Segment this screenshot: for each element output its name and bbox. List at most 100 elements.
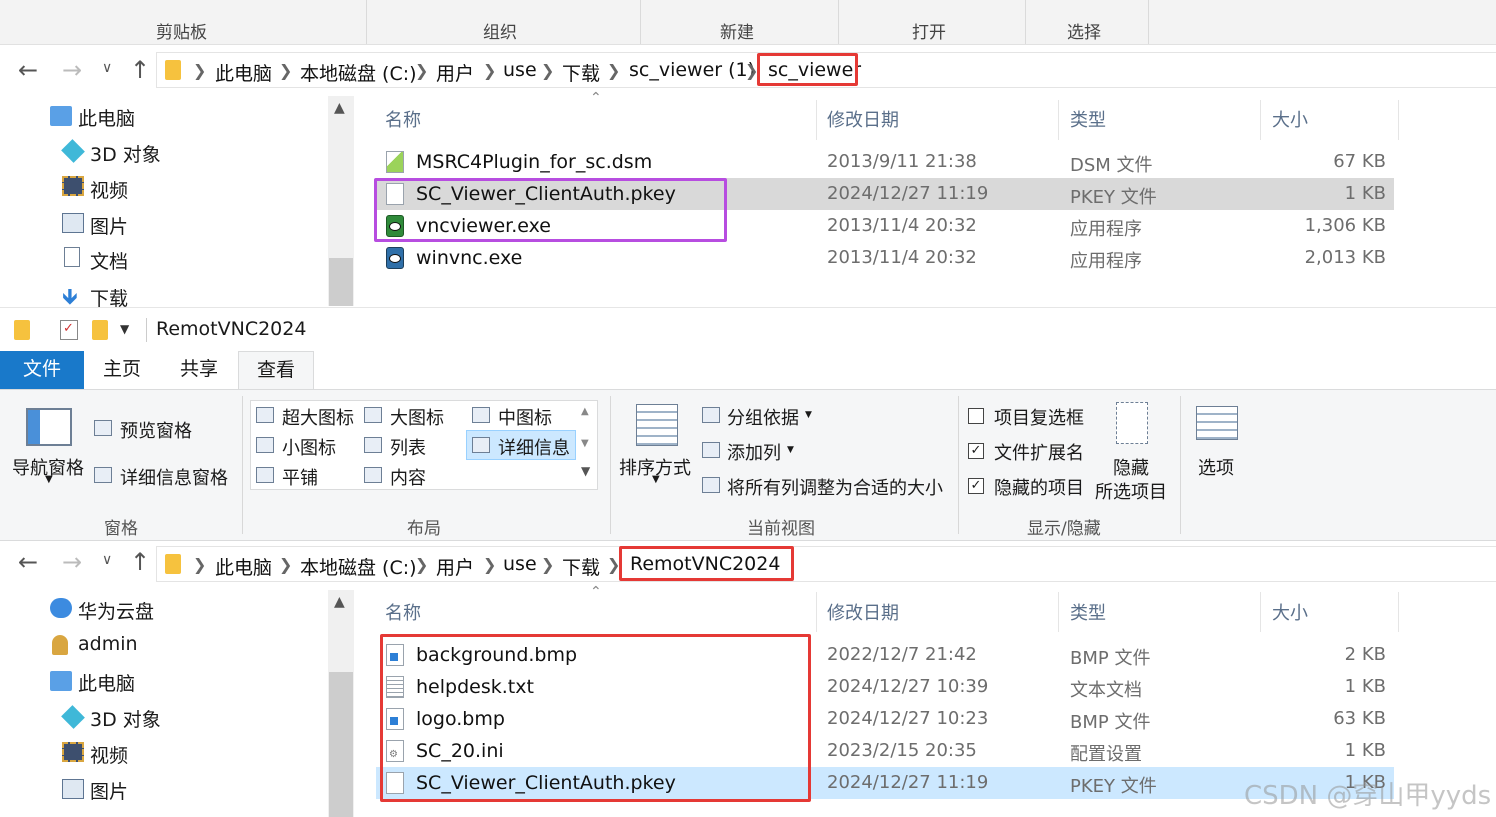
nav-item-3d-objects[interactable]: 3D 对象 (90, 140, 161, 167)
breadcrumb-local-disk[interactable]: 本地磁盘 (C:) (300, 59, 417, 86)
preview-pane-button[interactable]: 预览窗格 (120, 417, 192, 443)
column-divider[interactable] (1058, 100, 1059, 140)
chevron-down-icon[interactable]: ∨ (102, 552, 112, 568)
nav-item-this-pc[interactable]: 此电脑 (78, 104, 135, 131)
scroll-thumb[interactable] (329, 258, 353, 306)
address-bar[interactable]: ❯ 此电脑 ❯ 本地磁盘 (C:) ❯ 用户 ❯ use ❯ 下载 ❯ Remo… (156, 546, 1496, 582)
customize-dropdown-icon[interactable]: ▼ (120, 322, 129, 336)
column-divider[interactable] (1398, 100, 1399, 140)
group-by-button[interactable]: 分组依据 (727, 404, 799, 430)
column-header-date[interactable]: 修改日期 (827, 599, 899, 625)
tab-view[interactable]: 查看 (238, 351, 314, 390)
file-row[interactable]: MSRC4Plugin_for_sc.dsm 2013/9/11 21:38 D… (376, 146, 1394, 178)
chevron-down-icon[interactable]: ▼ (652, 474, 660, 485)
chevron-down-icon[interactable]: ∨ (102, 60, 112, 76)
nav-pane-icon[interactable] (26, 408, 72, 446)
breadcrumb-downloads[interactable]: 下载 (562, 553, 600, 580)
nav-item-huawei-cloud[interactable]: 华为云盘 (78, 597, 154, 624)
nav-item-videos[interactable]: 视频 (90, 176, 128, 203)
column-divider[interactable] (1398, 592, 1399, 632)
sort-by-icon[interactable] (636, 404, 678, 446)
scroll-up-icon[interactable]: ▲ (334, 594, 345, 610)
chevron-down-icon[interactable]: ▼ (45, 474, 53, 485)
up-arrow-icon[interactable]: ↑ (130, 56, 150, 84)
column-header-type[interactable]: 类型 (1070, 106, 1106, 132)
chevron-right-icon[interactable]: ❯ (541, 61, 554, 80)
layout-list[interactable]: 列表 (390, 434, 426, 460)
column-header-name[interactable]: 名称 (385, 599, 421, 625)
add-column-button[interactable]: 添加列 (727, 439, 781, 465)
column-divider[interactable] (1058, 592, 1059, 632)
gallery-expand-icon[interactable]: ▼ (581, 464, 590, 478)
forward-arrow-icon[interactable]: → (62, 56, 82, 84)
column-header-date[interactable]: 修改日期 (827, 106, 899, 132)
hidden-items-checkbox[interactable]: ✓ (968, 478, 984, 494)
breadcrumb-downloads[interactable]: 下载 (562, 59, 600, 86)
layout-content[interactable]: 内容 (390, 464, 426, 490)
column-divider[interactable] (1260, 100, 1261, 140)
layout-details[interactable]: 详细信息 (498, 434, 570, 460)
new-folder-icon[interactable] (92, 320, 108, 340)
breadcrumb-use[interactable]: use (503, 553, 537, 575)
item-checkboxes-checkbox[interactable] (968, 408, 984, 424)
forward-arrow-icon[interactable]: → (62, 548, 82, 576)
back-arrow-icon[interactable]: ← (18, 548, 38, 576)
details-pane-button[interactable]: 详细信息窗格 (120, 464, 228, 490)
breadcrumb-local-disk[interactable]: 本地磁盘 (C:) (300, 553, 417, 580)
properties-check-icon[interactable]: ✓ (60, 320, 78, 340)
layout-tiles[interactable]: 平铺 (282, 464, 318, 490)
column-header-type[interactable]: 类型 (1070, 599, 1106, 625)
chevron-right-icon[interactable]: ❯ (483, 555, 496, 574)
column-header-name[interactable]: 名称 (385, 106, 421, 132)
layout-small-icons[interactable]: 小图标 (282, 434, 336, 460)
folder-icon[interactable] (14, 320, 30, 340)
chevron-right-icon[interactable]: ❯ (193, 555, 206, 574)
chevron-right-icon[interactable]: ❯ (607, 61, 620, 80)
breadcrumb-users[interactable]: 用户 (436, 59, 474, 86)
chevron-right-icon[interactable]: ❯ (415, 61, 428, 80)
chevron-down-icon[interactable]: ▼ (805, 410, 812, 420)
column-divider[interactable] (816, 100, 817, 140)
chevron-right-icon[interactable]: ❯ (279, 61, 292, 80)
layout-medium-icons[interactable]: 中图标 (498, 404, 552, 430)
tab-share[interactable]: 共享 (160, 351, 238, 389)
file-extensions-label[interactable]: 文件扩展名 (994, 439, 1084, 465)
back-arrow-icon[interactable]: ← (18, 56, 38, 84)
gallery-up-icon[interactable]: ▲ (581, 406, 589, 417)
column-header-size[interactable]: 大小 (1272, 599, 1308, 625)
scroll-up-icon[interactable]: ▲ (334, 100, 345, 116)
chevron-right-icon[interactable]: ❯ (541, 555, 554, 574)
nav-item-documents[interactable]: 文档 (90, 247, 128, 274)
tab-file[interactable]: 文件 (0, 351, 84, 389)
breadcrumb-this-pc[interactable]: 此电脑 (215, 59, 272, 86)
hide-selected-button-line2[interactable]: 所选项目 (1095, 478, 1167, 504)
layout-extra-large-icons[interactable]: 超大图标 (282, 404, 354, 430)
nav-item-pictures[interactable]: 图片 (90, 777, 128, 804)
scroll-thumb[interactable] (329, 672, 353, 817)
fit-columns-button[interactable]: 将所有列调整为合适的大小 (727, 474, 943, 500)
column-divider[interactable] (816, 592, 817, 632)
chevron-right-icon[interactable]: ❯ (193, 61, 206, 80)
nav-item-pictures[interactable]: 图片 (90, 212, 128, 239)
file-extensions-checkbox[interactable]: ✓ (968, 443, 984, 459)
up-arrow-icon[interactable]: ↑ (130, 548, 150, 576)
tab-home[interactable]: 主页 (84, 351, 160, 389)
chevron-right-icon[interactable]: ❯ (483, 61, 496, 80)
hide-selected-icon[interactable] (1116, 402, 1148, 444)
breadcrumb-use[interactable]: use (503, 59, 537, 81)
hide-selected-button[interactable]: 隐藏 (1113, 454, 1149, 480)
nav-item-admin[interactable]: admin (78, 633, 138, 655)
chevron-right-icon[interactable]: ❯ (279, 555, 292, 574)
gallery-down-icon[interactable]: ▼ (581, 438, 589, 449)
options-icon[interactable] (1196, 406, 1238, 440)
nav-item-videos[interactable]: 视频 (90, 741, 128, 768)
chevron-down-icon[interactable]: ▼ (787, 445, 794, 455)
item-checkboxes-label[interactable]: 项目复选框 (994, 404, 1084, 430)
hidden-items-label[interactable]: 隐藏的项目 (994, 474, 1084, 500)
layout-large-icons[interactable]: 大图标 (390, 404, 444, 430)
nav-item-3d-objects[interactable]: 3D 对象 (90, 705, 161, 732)
column-divider[interactable] (1260, 592, 1261, 632)
options-button[interactable]: 选项 (1198, 454, 1234, 480)
nav-item-this-pc[interactable]: 此电脑 (78, 669, 135, 696)
chevron-right-icon[interactable]: ❯ (415, 555, 428, 574)
